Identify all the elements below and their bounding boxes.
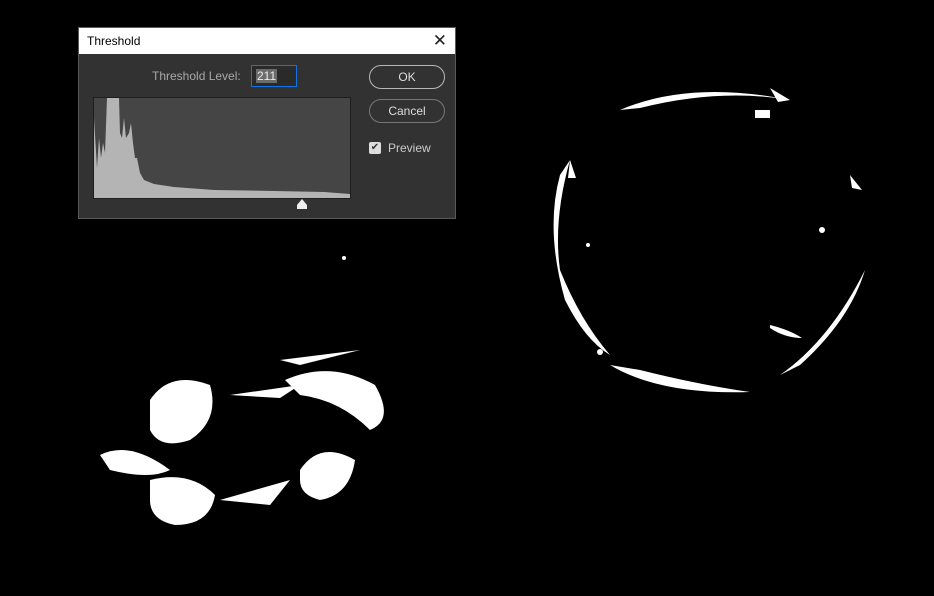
- preview-label[interactable]: Preview: [388, 141, 431, 155]
- ok-button[interactable]: OK: [369, 65, 445, 89]
- histogram: [93, 97, 351, 199]
- preview-checkbox[interactable]: ✔: [369, 142, 381, 154]
- threshold-level-label: Threshold Level:: [152, 69, 241, 83]
- threshold-dialog: Threshold ✕ Threshold Level: 211 OK Canc…: [78, 27, 456, 219]
- close-icon[interactable]: ✕: [433, 31, 447, 51]
- threshold-level-value: 211: [256, 69, 278, 83]
- threshold-level-input[interactable]: 211: [251, 65, 297, 87]
- cancel-button[interactable]: Cancel: [369, 99, 445, 123]
- dialog-title-bar[interactable]: Threshold ✕: [79, 28, 455, 54]
- threshold-slider-handle[interactable]: [297, 199, 307, 209]
- histogram-graph: [94, 98, 350, 198]
- thresholded-circle-shape: [553, 88, 865, 393]
- dialog-title: Threshold: [87, 34, 141, 48]
- thresholded-object-shape: [100, 256, 384, 525]
